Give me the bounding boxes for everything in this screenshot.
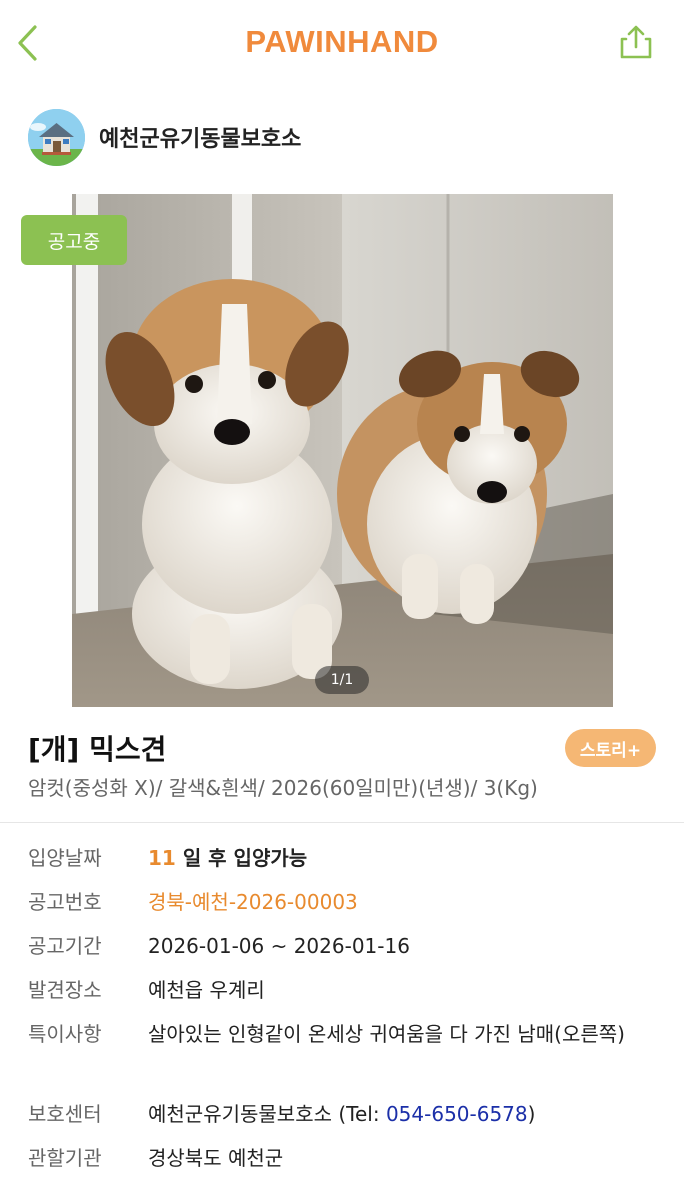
- notice-value: 경북-예천-2026-00003: [148, 890, 358, 914]
- center-label: 보호센터: [28, 1102, 102, 1126]
- notes-label: 특이사항: [28, 1022, 102, 1046]
- center-value: 예천군유기동물보호소 (Tel: 054-650-6578): [148, 1096, 648, 1132]
- detail-row-period: 공고기간 2026-01-06 ~ 2026-01-16: [28, 928, 648, 964]
- agency-label: 관할기관: [28, 1146, 102, 1170]
- found-value: 예천읍 우계리: [148, 978, 265, 1002]
- detail-row-notes: 특이사항 살아있는 인형같이 온세상 귀여움을 다 가진 남매(오른쪽): [28, 1016, 638, 1052]
- detail-row-notice: 공고번호 경북-예천-2026-00003: [28, 884, 648, 920]
- photo-counter: 1/1: [315, 666, 369, 694]
- share-icon: [620, 25, 652, 59]
- animal-title: [개] 믹스견: [28, 733, 167, 766]
- animal-summary: 암컷(중성화 X)/ 갈색&흰색/ 2026(60일미만)(년생)/ 3(Kg): [28, 776, 538, 800]
- center-name: 예천군유기동물보호소: [148, 1102, 332, 1126]
- center-tel-link[interactable]: 054-650-6578: [386, 1102, 528, 1126]
- detail-row-adoption: 입양날짜 11 일 후 입양가능: [28, 840, 648, 876]
- notice-label: 공고번호: [28, 890, 102, 914]
- period-label: 공고기간: [28, 934, 102, 958]
- shelter-name: 예천군유기동물보호소: [99, 127, 302, 152]
- app-logo: PAWINHAND: [245, 24, 439, 59]
- top-bar: PAWINHAND: [0, 0, 684, 88]
- adoption-suffix: 일 후 입양가능: [182, 846, 308, 870]
- agency-value: 경상북도 예천군: [148, 1146, 284, 1170]
- puppies-image: [72, 194, 613, 707]
- animal-photo[interactable]: [72, 194, 613, 707]
- share-button[interactable]: [616, 22, 656, 62]
- adoption-label: 입양날짜: [28, 846, 102, 870]
- status-badge: 공고중: [21, 215, 127, 265]
- notes-value: 살아있는 인형같이 온세상 귀여움을 다 가진 남매(오른쪽): [148, 1022, 625, 1046]
- center-tel-suffix: ): [527, 1102, 536, 1126]
- shelter-header[interactable]: 예천군유기동물보호소: [28, 108, 301, 166]
- center-tel-prefix: (Tel:: [338, 1102, 380, 1126]
- adoption-days: 11: [148, 846, 176, 870]
- story-button[interactable]: 스토리+: [565, 729, 656, 767]
- found-label: 발견장소: [28, 978, 102, 1002]
- period-value: 2026-01-06 ~ 2026-01-16: [148, 934, 410, 958]
- detail-row-agency: 관할기관 경상북도 예천군: [28, 1140, 648, 1176]
- detail-row-found: 발견장소 예천읍 우계리: [28, 972, 648, 1008]
- adoption-value: 11 일 후 입양가능: [148, 840, 648, 876]
- divider: [0, 822, 684, 823]
- house-icon: [28, 108, 85, 166]
- shelter-avatar: [28, 108, 85, 166]
- detail-row-center: 보호센터 예천군유기동물보호소 (Tel: 054-650-6578): [28, 1096, 648, 1132]
